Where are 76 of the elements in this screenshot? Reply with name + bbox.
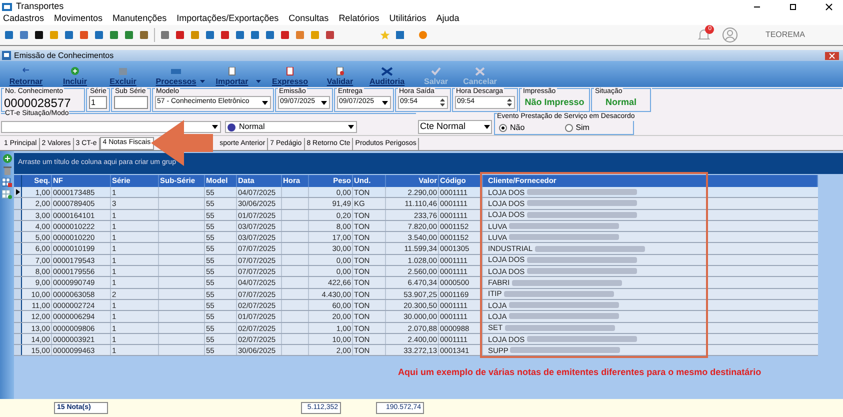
action-button[interactable]: Auditoria (362, 67, 412, 87)
caret-icon[interactable] (262, 100, 268, 104)
row-indicator[interactable] (14, 300, 22, 310)
action-icon[interactable] (381, 67, 393, 76)
radio-button[interactable] (564, 124, 573, 132)
action-button[interactable]: Retornar (2, 67, 50, 87)
action-icon[interactable] (334, 67, 346, 76)
grid-icon[interactable] (2, 190, 12, 199)
row-indicator[interactable] (14, 254, 22, 266)
caret-icon[interactable] (382, 100, 388, 104)
row-indicator[interactable] (14, 345, 22, 356)
row-indicator[interactable] (14, 266, 22, 276)
row-indicator[interactable] (14, 210, 22, 220)
row-indicator[interactable] (14, 220, 22, 232)
bell-icon[interactable] (697, 28, 712, 42)
action-button[interactable]: Expresso (262, 67, 318, 87)
arrow-drawing (150, 118, 214, 168)
input-field[interactable]: 1 (89, 96, 107, 109)
caret-icon[interactable] (212, 125, 218, 129)
dropdown-field[interactable] (1, 121, 221, 133)
user-icon[interactable] (722, 27, 738, 43)
action-button[interactable]: Incluir (54, 67, 96, 87)
action-icon[interactable] (69, 67, 81, 76)
menu-item[interactable]: Relatórios (338, 12, 380, 26)
power-icon[interactable] (418, 30, 428, 40)
menu-item[interactable]: Utilitários (389, 12, 426, 26)
add-icon[interactable] (2, 154, 12, 163)
action-icon[interactable] (226, 67, 238, 76)
radio-option[interactable]: Não (499, 122, 525, 134)
status-text: Não Impresso (524, 96, 586, 109)
menu-item[interactable]: Ajuda (436, 12, 460, 26)
row-indicator[interactable] (14, 198, 22, 209)
star-icon[interactable] (380, 30, 390, 40)
action-button[interactable]: Processos (150, 67, 202, 87)
spinner-icon[interactable] (440, 98, 445, 107)
app-icon (2, 2, 12, 12)
menu-item[interactable]: Manutenções (112, 12, 167, 26)
input-field[interactable] (114, 96, 148, 109)
row-indicator[interactable] (14, 311, 22, 322)
form-icon (2, 51, 11, 60)
action-button[interactable]: Validar (322, 67, 358, 87)
caret-icon[interactable] (321, 100, 327, 104)
document-number: 0000028577 (4, 96, 72, 110)
spinner-icon[interactable] (507, 98, 512, 107)
row-indicator[interactable] (14, 334, 22, 344)
row-indicator[interactable] (14, 243, 22, 254)
close-icon[interactable] (825, 2, 833, 10)
annotation-text: Aqui um exemplo de várias notas de emitentes diferentes para o mesmo destinatário (398, 366, 762, 379)
caret-icon[interactable] (484, 125, 490, 129)
action-button[interactable]: Excluir (100, 67, 146, 87)
form-title: Emissão de Conhecimentos (14, 50, 114, 62)
menu-item[interactable]: Movimentos (54, 12, 103, 26)
grid-icon[interactable] (2, 178, 12, 187)
caret-icon[interactable] (348, 125, 354, 129)
row-indicator[interactable] (14, 187, 22, 198)
close-button[interactable] (825, 52, 839, 60)
pointer-icon (16, 189, 20, 196)
row-indicator[interactable] (14, 277, 22, 288)
radio-button[interactable] (499, 124, 507, 132)
dropdown-field[interactable]: Cte Normal (418, 120, 492, 134)
restore-icon[interactable] (789, 2, 797, 10)
action-icon[interactable] (284, 67, 296, 76)
status-icon (227, 122, 236, 132)
menu-item[interactable]: Importações/Exportações (176, 12, 279, 26)
row-indicator[interactable] (14, 288, 22, 299)
trash-icon[interactable] (2, 166, 12, 175)
menu-item[interactable]: Cadastros (3, 12, 44, 26)
status-text: Normal (604, 96, 638, 109)
window-title: Transportes (16, 0, 64, 13)
row-indicator[interactable] (14, 232, 22, 242)
dropdown-field[interactable]: Normal (225, 121, 357, 133)
user-name: TEOREMA (765, 29, 805, 41)
menu-item[interactable]: Consultas (288, 12, 329, 26)
radio-option[interactable]: Sim (564, 122, 590, 134)
row-indicator[interactable] (14, 322, 22, 333)
action-button[interactable]: Importar (206, 67, 258, 87)
